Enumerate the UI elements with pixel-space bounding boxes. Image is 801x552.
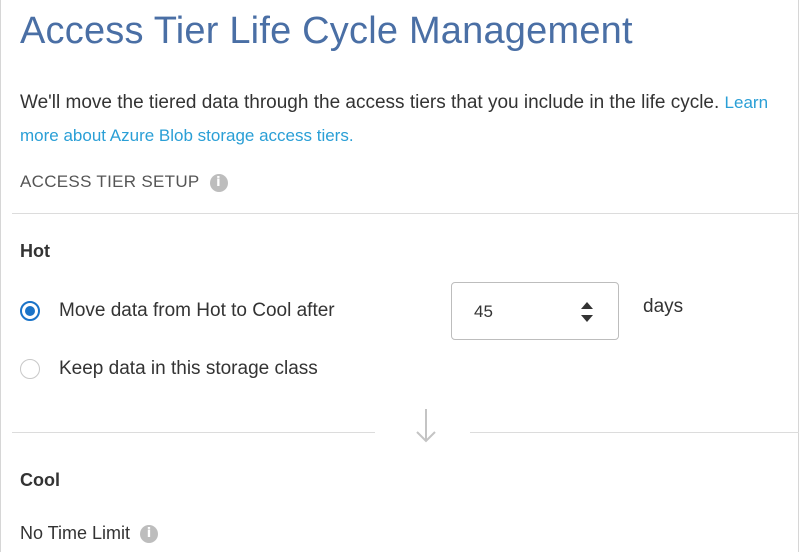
- radio-button-unselected[interactable]: [20, 359, 40, 379]
- radio-keep-in-hot[interactable]: Keep data in this storage class: [20, 354, 318, 384]
- section-label-text: ACCESS TIER SETUP: [20, 172, 200, 191]
- days-stepper[interactable]: 45: [451, 282, 619, 340]
- radio-move-hot-to-cool[interactable]: Move data from Hot to Cool after: [20, 296, 335, 326]
- divider: [12, 213, 799, 214]
- info-icon[interactable]: i: [209, 173, 228, 192]
- divider-left: [12, 432, 375, 433]
- radio-label: Move data from Hot to Cool after: [59, 300, 335, 321]
- radio-button-selected[interactable]: [20, 301, 40, 321]
- page-title: Access Tier Life Cycle Management: [20, 10, 633, 52]
- access-tier-setup-heading: ACCESS TIER SETUP i: [20, 172, 228, 192]
- tier-name-cool: Cool: [20, 470, 60, 490]
- days-stepper-value[interactable]: 45: [474, 283, 493, 341]
- arrow-down-icon: [416, 409, 436, 443]
- panel-frame: [0, 0, 799, 552]
- stepper-arrows-icon[interactable]: [580, 301, 594, 323]
- days-unit-label: days: [643, 296, 684, 317]
- radio-label: Keep data in this storage class: [59, 358, 318, 379]
- intro-text: We'll move the tiered data through the a…: [20, 92, 720, 113]
- tier-name-hot: Hot: [20, 241, 50, 261]
- info-icon[interactable]: i: [140, 525, 159, 544]
- no-time-limit-label: No Time Limit: [20, 523, 131, 543]
- intro-description: We'll move the tiered data through the a…: [20, 86, 790, 152]
- divider-right: [470, 432, 799, 433]
- no-time-limit: No Time Limit i: [20, 523, 159, 544]
